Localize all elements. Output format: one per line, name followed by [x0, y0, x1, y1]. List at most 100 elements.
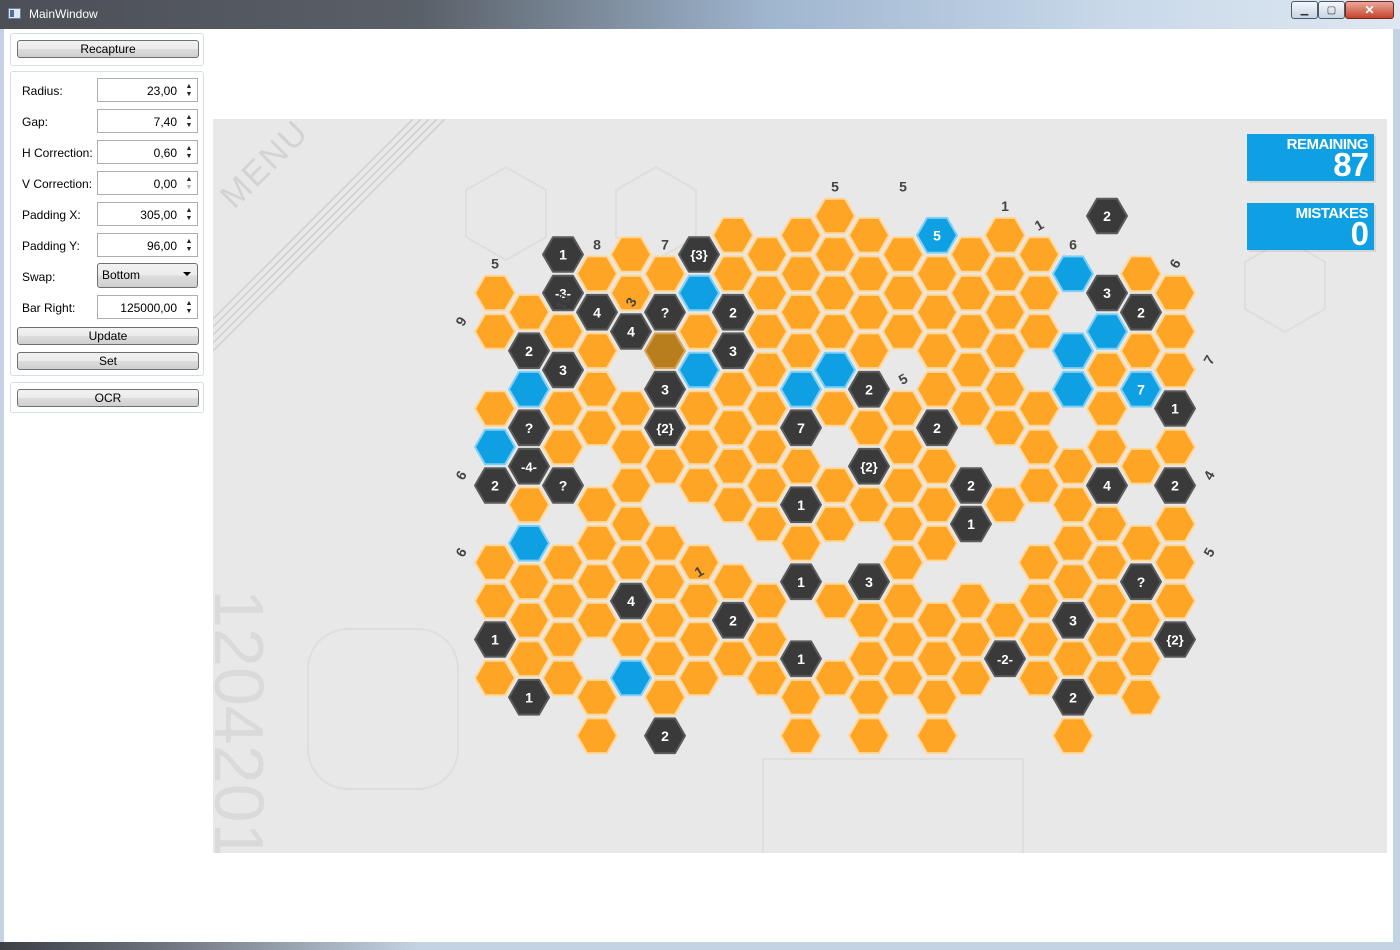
spin-up-icon[interactable]: ▲: [185, 114, 193, 121]
hex-cell-orange[interactable]: [508, 293, 550, 331]
spin-up-icon[interactable]: ▲: [185, 83, 193, 90]
hex-cell-orange[interactable]: [610, 621, 652, 658]
hex-cell-orange[interactable]: [610, 428, 652, 466]
hex-cell-orange[interactable]: [1154, 544, 1196, 581]
minimize-button[interactable]: ▁: [1291, 1, 1318, 19]
hex-cell-orange[interactable]: [916, 601, 958, 639]
hex-cell-orange[interactable]: [1154, 274, 1196, 312]
hex-cell-orange[interactable]: [644, 678, 686, 716]
hex-cell-orange[interactable]: [882, 621, 924, 658]
hex-cell-orange[interactable]: [610, 544, 652, 581]
spin-up-icon[interactable]: ▲: [185, 176, 193, 183]
bar-right-input[interactable]: 125000,00 ▲ ▼: [97, 295, 198, 319]
spin-down-icon[interactable]: ▼: [185, 308, 193, 315]
hex-cell-orange[interactable]: [610, 505, 652, 543]
hex-cell-orange[interactable]: [1052, 447, 1094, 485]
hex-cell-orange[interactable]: [848, 678, 890, 716]
hex-cell-orange[interactable]: [916, 678, 958, 716]
hex-cell-orange[interactable]: [916, 447, 958, 485]
spin-up-icon[interactable]: ▲: [185, 207, 193, 214]
hex-cell-orange[interactable]: [644, 255, 686, 293]
recapture-button[interactable]: Recapture: [17, 40, 199, 58]
hex-cell-orange[interactable]: [814, 582, 856, 620]
hex-cell-orange[interactable]: [780, 293, 822, 331]
hex-cell-orange[interactable]: [474, 274, 516, 312]
hex-cell-orange[interactable]: [882, 467, 924, 504]
hex-cell-orange[interactable]: [610, 467, 652, 504]
hex-cell-orange[interactable]: [1120, 332, 1162, 370]
hex-cell-orange[interactable]: [1018, 659, 1060, 697]
hex-cell-orange[interactable]: [576, 409, 618, 447]
hex-cell-orange[interactable]: [712, 563, 754, 601]
hex-cell-orange[interactable]: [814, 505, 856, 543]
hex-cell-orange[interactable]: [712, 486, 754, 524]
hex-cell-orange[interactable]: [882, 390, 924, 427]
hex-cell-orange[interactable]: [542, 544, 584, 581]
hex-cell-orange[interactable]: [644, 447, 686, 485]
hex-cell-orange[interactable]: [644, 524, 686, 562]
hex-cell-orange[interactable]: [1018, 313, 1060, 350]
hex-cell-orange[interactable]: [1086, 390, 1128, 427]
hex-cell-orange[interactable]: [882, 582, 924, 620]
hex-cell-orange[interactable]: [882, 544, 924, 581]
hex-cell-orange[interactable]: [950, 351, 992, 389]
hex-cell-orange[interactable]: [576, 524, 618, 562]
hex-cell-orange[interactable]: [746, 428, 788, 466]
hex-cell-orange[interactable]: [1018, 621, 1060, 658]
hex-cell-orange[interactable]: [1120, 447, 1162, 485]
hex-cell-orange[interactable]: [1018, 544, 1060, 581]
maximize-button[interactable]: ▢: [1318, 1, 1345, 19]
hex-cell-orange[interactable]: [1154, 351, 1196, 389]
hex-cell-orange[interactable]: [1120, 255, 1162, 293]
hex-cell-orange[interactable]: [1052, 486, 1094, 524]
hex-cell-orange[interactable]: [984, 370, 1026, 408]
hex-cell-orange[interactable]: [712, 255, 754, 293]
hex-cell-orange[interactable]: [474, 544, 516, 581]
hex-cell-orange[interactable]: [746, 582, 788, 620]
hex-cell-orange[interactable]: [678, 313, 720, 350]
hex-cell-orange[interactable]: [576, 255, 618, 293]
hex-cell-orange[interactable]: [814, 390, 856, 427]
hex-cell-orange[interactable]: [678, 428, 720, 466]
hex-cell-orange[interactable]: [984, 216, 1026, 254]
hex-cell-orange[interactable]: [644, 563, 686, 601]
spin-up-icon[interactable]: ▲: [185, 145, 193, 152]
hex-cell-orange[interactable]: [1086, 659, 1128, 697]
hex-cell-orange[interactable]: [814, 197, 856, 235]
hex-cell-orange[interactable]: [780, 447, 822, 485]
hex-cell-orange[interactable]: [746, 236, 788, 273]
spin-down-icon[interactable]: ▼: [185, 246, 193, 253]
hex-cell-orange[interactable]: [1018, 582, 1060, 620]
hex-cell-orange[interactable]: [678, 621, 720, 658]
hex-cell-orange[interactable]: [1120, 601, 1162, 639]
hex-cell-orange[interactable]: [1018, 236, 1060, 273]
hex-cell-orange[interactable]: [814, 659, 856, 697]
set-button[interactable]: Set: [17, 352, 199, 370]
close-button[interactable]: ✕: [1345, 1, 1394, 19]
hex-cell-orange[interactable]: [950, 313, 992, 350]
hex-cell-orange[interactable]: [780, 255, 822, 293]
hex-cell-orange[interactable]: [916, 370, 958, 408]
hex-cell-orange[interactable]: [780, 332, 822, 370]
spin-down-icon[interactable]: ▼: [185, 91, 193, 98]
hex-cell-orange[interactable]: [1120, 678, 1162, 716]
hex-cell-orange[interactable]: [576, 332, 618, 370]
hex-cell-orange[interactable]: [576, 370, 618, 408]
hex-cell-orange[interactable]: [508, 601, 550, 639]
hex-cell-orange[interactable]: [542, 428, 584, 466]
v-correction-input[interactable]: 0,00 ▲ ▼: [97, 171, 198, 195]
hex-cell-orange[interactable]: [576, 601, 618, 639]
hex-cell-orange[interactable]: [576, 563, 618, 601]
hex-cell-orange[interactable]: [508, 486, 550, 524]
hex-cell-orange[interactable]: [984, 409, 1026, 447]
hex-cell-orange[interactable]: [882, 274, 924, 312]
hex-cell-orange[interactable]: [1120, 524, 1162, 562]
hex-cell-orange[interactable]: [916, 717, 958, 755]
hex-cell-orange[interactable]: [882, 428, 924, 466]
hex-cell-orange[interactable]: [984, 601, 1026, 639]
hex-cell-orange[interactable]: [678, 582, 720, 620]
hex-cell-orange[interactable]: [780, 216, 822, 254]
hex-cell-orange[interactable]: [474, 390, 516, 427]
hex-cell-orange[interactable]: [848, 293, 890, 331]
hex-cell-orange[interactable]: [814, 274, 856, 312]
